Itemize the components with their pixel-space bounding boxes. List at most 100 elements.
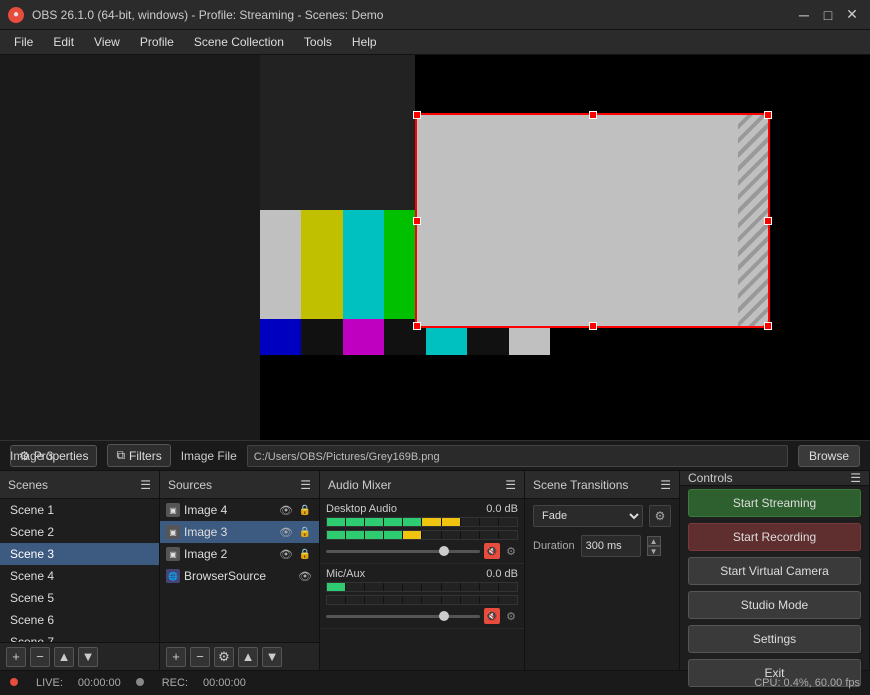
- menu-help[interactable]: Help: [342, 33, 387, 51]
- move-scene-up-button[interactable]: ▲: [54, 647, 74, 667]
- desktop-audio-channel: Desktop Audio 0.0 dB: [320, 499, 524, 564]
- scene-item[interactable]: Scene 5: [0, 587, 159, 609]
- settings-button[interactable]: Settings: [688, 625, 861, 653]
- audio-mixer-panel: Audio Mixer ☰ Desktop Audio 0.0 dB: [320, 471, 525, 670]
- menu-bar: File Edit View Profile Scene Collection …: [0, 30, 870, 55]
- image-file-label: Image File: [181, 449, 237, 463]
- handle-bl[interactable]: [413, 322, 421, 330]
- menu-tools[interactable]: Tools: [294, 33, 342, 51]
- mic-aux-channel: Mic/Aux 0.0 dB: [320, 564, 524, 629]
- controls-title: Controls: [688, 471, 733, 485]
- handle-mr[interactable]: [764, 217, 772, 225]
- start-virtual-camera-button[interactable]: Start Virtual Camera: [688, 557, 861, 585]
- bar-white: [260, 210, 301, 319]
- remove-scene-button[interactable]: −: [30, 647, 50, 667]
- audio-title: Audio Mixer: [328, 478, 391, 492]
- source-item[interactable]: 🌐 BrowserSource 👁: [160, 565, 319, 587]
- source-browser-icon: 🌐: [166, 569, 180, 583]
- handle-tc[interactable]: [589, 111, 597, 119]
- handle-tl[interactable]: [413, 111, 421, 119]
- rec-time: 00:00:00: [203, 677, 246, 689]
- source-lock-button[interactable]: 🔒: [297, 502, 313, 518]
- desktop-audio-settings-button[interactable]: ⚙: [504, 544, 518, 558]
- handle-tr[interactable]: [764, 111, 772, 119]
- desktop-mute-button[interactable]: 🔇: [484, 543, 500, 559]
- mic-mute-button[interactable]: 🔇: [484, 608, 500, 624]
- filters-button[interactable]: ⧉ Filters: [107, 444, 170, 467]
- handle-bc[interactable]: [589, 322, 597, 330]
- controls-header-icon: ☰: [850, 471, 861, 485]
- desktop-audio-level2: [326, 530, 518, 540]
- duration-increment-button[interactable]: ▲: [647, 536, 661, 546]
- remove-source-button[interactable]: −: [190, 647, 210, 667]
- mic-audio-settings-button[interactable]: ⚙: [504, 609, 518, 623]
- menu-profile[interactable]: Profile: [130, 33, 184, 51]
- source-item-actions: 👁: [297, 568, 313, 584]
- source-item[interactable]: ▣ Image 2 👁 🔒: [160, 543, 319, 565]
- desktop-volume-slider[interactable]: [326, 550, 480, 553]
- source-settings-button[interactable]: ⚙: [214, 647, 234, 667]
- recording-dot: [10, 678, 18, 686]
- add-scene-button[interactable]: +: [6, 647, 26, 667]
- meter-bars-desktop: [327, 518, 517, 526]
- duration-decrement-button[interactable]: ▼: [647, 546, 661, 556]
- scene-item[interactable]: Scene 6: [0, 609, 159, 631]
- desktop-audio-controls: 🔇 ⚙: [326, 543, 518, 559]
- source-eye-button[interactable]: 👁: [278, 502, 294, 518]
- source-name: BrowserSource: [184, 569, 266, 583]
- desktop-volume-thumb: [439, 546, 449, 556]
- menu-edit[interactable]: Edit: [43, 33, 84, 51]
- maximize-button[interactable]: □: [818, 5, 838, 25]
- start-recording-button[interactable]: Start Recording: [688, 523, 861, 551]
- handle-ml[interactable]: [413, 217, 421, 225]
- duration-row: Duration ▲ ▼: [525, 533, 679, 559]
- menu-scene-collection[interactable]: Scene Collection: [184, 33, 294, 51]
- browse-button[interactable]: Browse: [798, 445, 860, 467]
- bar-b1: [260, 319, 301, 355]
- source-lock-button[interactable]: 🔒: [297, 524, 313, 540]
- transition-dropdown[interactable]: Fade: [533, 505, 643, 527]
- scene-item[interactable]: Scene 2: [0, 521, 159, 543]
- menu-file[interactable]: File: [4, 33, 43, 51]
- add-source-button[interactable]: +: [166, 647, 186, 667]
- start-streaming-button[interactable]: Start Streaming: [688, 489, 861, 517]
- mic-volume-thumb: [439, 611, 449, 621]
- close-button[interactable]: ✕: [842, 5, 862, 25]
- app-icon: ●: [8, 7, 24, 23]
- transition-settings-button[interactable]: ⚙: [649, 505, 671, 527]
- source-image-icon: ▣: [166, 547, 180, 561]
- scenes-panel: Scenes ☰ Scene 1 Scene 2 Scene 3 Scene 4…: [0, 471, 160, 670]
- handle-br[interactable]: [764, 322, 772, 330]
- bar-b3: [343, 319, 384, 355]
- source-item-actions: 👁 🔒: [278, 524, 313, 540]
- move-source-up-button[interactable]: ▲: [238, 647, 258, 667]
- scene-item[interactable]: Scene 1: [0, 499, 159, 521]
- source-eye-button[interactable]: 👁: [278, 524, 294, 540]
- minimize-button[interactable]: ─: [794, 5, 814, 25]
- studio-mode-button[interactable]: Studio Mode: [688, 591, 861, 619]
- source-eye-button[interactable]: 👁: [278, 546, 294, 562]
- bar-cyan: [343, 210, 384, 319]
- source-item-active[interactable]: ▣ Image 3 👁 🔒: [160, 521, 319, 543]
- sources-toolbar: + − ⚙ ▲ ▼: [160, 642, 319, 670]
- selected-source-box[interactable]: [415, 113, 770, 328]
- duration-spinner: ▲ ▼: [647, 536, 661, 556]
- move-scene-down-button[interactable]: ▼: [78, 647, 98, 667]
- scene-item[interactable]: Scene 4: [0, 565, 159, 587]
- record-indicator: [10, 677, 21, 689]
- sources-panel-header: Sources ☰: [160, 471, 319, 499]
- menu-view[interactable]: View: [84, 33, 130, 51]
- duration-input[interactable]: [581, 535, 641, 557]
- preview-area: ⚙ Properties ⧉ Filters Image File C:/Use…: [0, 55, 870, 470]
- scene-item[interactable]: Scene 7: [0, 631, 159, 642]
- file-path-display: C:/Users/OBS/Pictures/Grey169B.png: [247, 445, 788, 467]
- mic-volume-slider[interactable]: [326, 615, 480, 618]
- source-image-icon: ▣: [166, 525, 180, 539]
- source-item[interactable]: ▣ Image 4 👁 🔒: [160, 499, 319, 521]
- source-eye-button[interactable]: 👁: [297, 568, 313, 584]
- move-source-down-button[interactable]: ▼: [262, 647, 282, 667]
- scene-item-active[interactable]: Scene 3: [0, 543, 159, 565]
- cpu-info: CPU: 0.4%, 60.00 fps: [754, 677, 860, 689]
- transition-select-row: Fade ⚙: [525, 499, 679, 533]
- source-lock-button[interactable]: 🔒: [297, 546, 313, 562]
